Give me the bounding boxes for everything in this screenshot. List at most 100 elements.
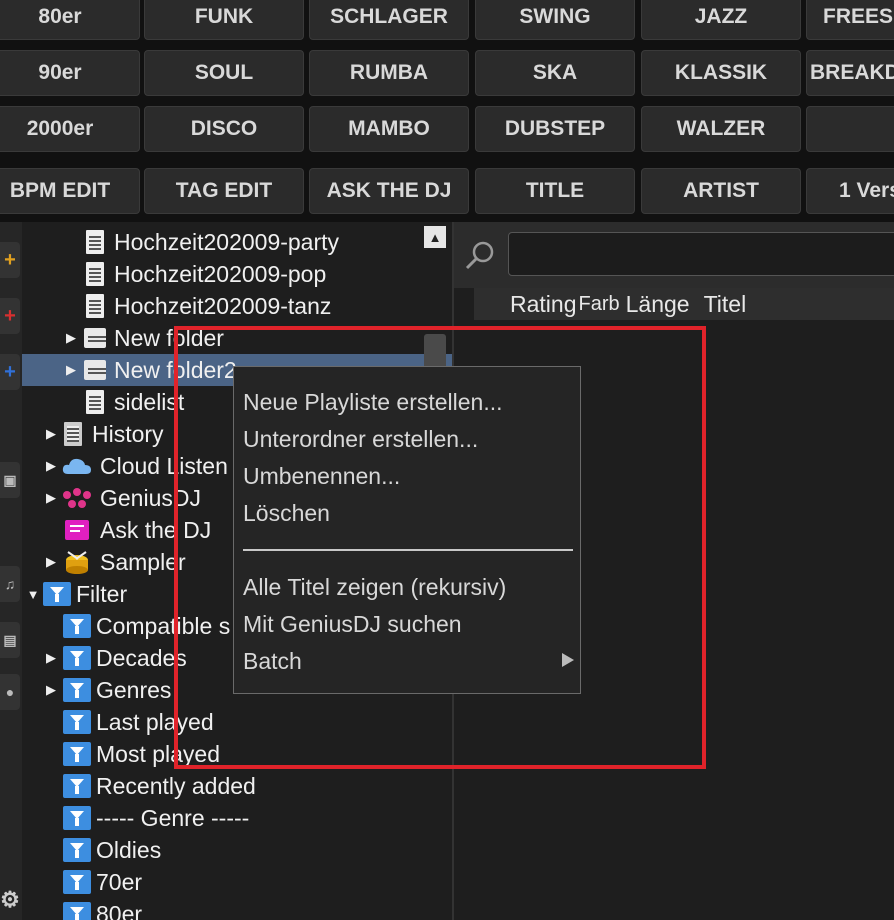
add-orange-icon[interactable]: + <box>0 242 20 278</box>
tree-item-new-folder[interactable]: ▶ New folder <box>22 322 452 354</box>
search-icon[interactable] <box>464 240 496 272</box>
column-length[interactable]: Länge <box>626 291 690 318</box>
column-header: Rating Farb Länge Titel <box>474 288 894 320</box>
tree-item-70er[interactable]: 70er <box>22 866 452 898</box>
filter-button-disco[interactable]: DISCO <box>144 106 304 152</box>
tree-item-label: Recently added <box>96 772 256 799</box>
menu-separator <box>243 549 573 551</box>
music-note-icon[interactable]: ♫ <box>0 566 20 602</box>
filter-button-rumba[interactable]: RUMBA <box>309 50 469 96</box>
column-rating[interactable]: Rating <box>510 291 576 318</box>
tree-item-most-played[interactable]: Most played <box>22 738 452 770</box>
tree-item-80er[interactable]: 80er <box>22 898 452 920</box>
filter-icon <box>62 838 92 862</box>
filter-icon <box>62 710 92 734</box>
playlist-icon <box>84 390 106 414</box>
menu-item-search-geniusdj[interactable]: Mit GeniusDJ suchen <box>243 611 462 638</box>
menu-item-rename[interactable]: Umbenennen... <box>243 463 400 490</box>
filter-button-ska[interactable]: SKA <box>475 50 635 96</box>
add-blue-icon[interactable]: + <box>0 354 20 390</box>
tree-item-label: Decades <box>96 644 187 671</box>
menu-item-new-playlist[interactable]: Neue Playliste erstellen... <box>243 389 503 416</box>
filter-button-jazz[interactable]: JAZZ <box>641 0 801 40</box>
search-input[interactable] <box>508 232 894 276</box>
add-red-icon[interactable]: + <box>0 298 20 334</box>
filter-icon <box>62 646 92 670</box>
expand-arrow-icon[interactable]: ▶ <box>44 458 58 474</box>
menu-item-show-all-recursive[interactable]: Alle Titel zeigen (rekursiv) <box>243 574 506 601</box>
expand-arrow-icon[interactable]: ▶ <box>64 330 78 346</box>
filter-button-empty[interactable] <box>806 106 894 152</box>
filter-button-breakdance[interactable]: BREAKD <box>806 50 894 96</box>
tree-item-label: New folder2 <box>114 356 237 383</box>
dot-icon[interactable]: ● <box>0 674 20 710</box>
tree-item-recently-added[interactable]: Recently added <box>22 770 452 802</box>
column-color[interactable]: Farb <box>578 293 619 316</box>
cloud-icon <box>62 454 92 478</box>
tree-item-hochzeit-tanz[interactable]: Hochzeit202009-tanz <box>22 290 452 322</box>
filter-button-80er[interactable]: 80er <box>0 0 140 40</box>
expand-arrow-icon[interactable]: ▶ <box>44 554 58 570</box>
menu-item-new-subfolder[interactable]: Unterordner erstellen... <box>243 426 478 453</box>
filter-button-klassik[interactable]: KLASSIK <box>641 50 801 96</box>
filter-button-walzer[interactable]: WALZER <box>641 106 801 152</box>
expand-arrow-icon[interactable]: ▶ <box>44 650 58 666</box>
tree-item-hochzeit-party[interactable]: Hochzeit202009-party <box>22 226 452 258</box>
filter-button-funk[interactable]: FUNK <box>144 0 304 40</box>
tree-item-label: Ask the DJ <box>100 516 212 543</box>
tree-item-oldies[interactable]: Oldies <box>22 834 452 866</box>
title-button[interactable]: TITLE <box>475 168 635 214</box>
tree-item-label: Oldies <box>96 836 162 863</box>
filter-button-soul[interactable]: SOUL <box>144 50 304 96</box>
expand-arrow-icon[interactable]: ▶ <box>64 362 78 378</box>
collapse-arrow-icon[interactable]: ▼ <box>26 587 40 602</box>
tree-item-label: Cloud Listen <box>100 452 228 479</box>
filter-button-mambo[interactable]: MAMBO <box>309 106 469 152</box>
square-icon[interactable]: ▣ <box>0 462 20 498</box>
scroll-up-arrow-icon[interactable]: ▲ <box>424 226 446 248</box>
submenu-arrow-icon <box>562 653 574 667</box>
filter-button-dubstep[interactable]: DUBSTEP <box>475 106 635 152</box>
geniusdj-icon <box>62 486 92 510</box>
filter-button-schlager[interactable]: SCHLAGER <box>309 0 469 40</box>
tree-item-label: Hochzeit202009-pop <box>114 260 327 287</box>
expand-arrow-icon[interactable]: ▶ <box>44 490 58 506</box>
tree-item-label: GeniusDJ <box>100 484 201 511</box>
bpm-edit-button[interactable]: BPM EDIT <box>0 168 140 214</box>
filter-icon <box>62 678 92 702</box>
filter-icon <box>62 614 92 638</box>
filter-button-grid: 80er FUNK SCHLAGER SWING JAZZ FREES 90er… <box>0 0 894 222</box>
tree-item-hochzeit-pop[interactable]: Hochzeit202009-pop <box>22 258 452 290</box>
filter-button-swing[interactable]: SWING <box>475 0 635 40</box>
tag-edit-button[interactable]: TAG EDIT <box>144 168 304 214</box>
playlist-icon <box>84 294 106 318</box>
expand-arrow-icon[interactable]: ▶ <box>44 426 58 442</box>
tree-item-label: Last played <box>96 708 214 735</box>
filter-icon <box>62 870 92 894</box>
version-button[interactable]: 1 Vers <box>806 168 894 214</box>
expand-arrow-icon[interactable]: ▶ <box>44 682 58 698</box>
tree-item-genre-separator[interactable]: ----- Genre ----- <box>22 802 452 834</box>
tree-item-label: Hochzeit202009-party <box>114 228 340 255</box>
folder-icon <box>84 358 106 382</box>
chat-icon <box>62 518 92 542</box>
tree-item-label: Hochzeit202009-tanz <box>114 292 332 319</box>
clipboard-icon[interactable]: ▤ <box>0 622 20 658</box>
gear-icon[interactable]: ⚙ <box>0 882 20 918</box>
filter-icon <box>62 806 92 830</box>
history-icon <box>62 422 84 446</box>
filter-folder-icon <box>42 582 72 606</box>
artist-button[interactable]: ARTIST <box>641 168 801 214</box>
left-toolbar: + + + ▣ ♫ ▤ ● ⚙ <box>0 222 22 920</box>
filter-button-2000er[interactable]: 2000er <box>0 106 140 152</box>
tree-item-label: Sampler <box>100 548 186 575</box>
filter-button-90er[interactable]: 90er <box>0 50 140 96</box>
ask-the-dj-button[interactable]: ASK THE DJ <box>309 168 469 214</box>
menu-item-delete[interactable]: Löschen <box>243 500 330 527</box>
drum-icon <box>62 550 92 574</box>
tree-item-last-played[interactable]: Last played <box>22 706 452 738</box>
column-title[interactable]: Titel <box>704 291 747 318</box>
menu-item-batch[interactable]: Batch <box>243 648 302 675</box>
tree-item-label: ----- Genre ----- <box>96 804 250 831</box>
filter-button-freestyle[interactable]: FREES <box>806 0 894 40</box>
